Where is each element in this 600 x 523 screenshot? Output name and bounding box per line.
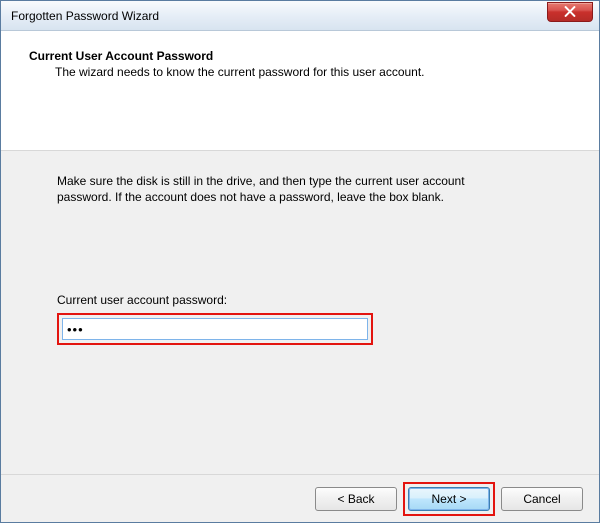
next-button[interactable]: Next > <box>408 487 490 511</box>
password-input[interactable] <box>62 318 368 340</box>
content-area: Current User Account Password The wizard… <box>1 31 599 522</box>
close-button[interactable] <box>547 2 593 22</box>
cancel-button[interactable]: Cancel <box>501 487 583 511</box>
page-title: Current User Account Password <box>29 49 579 63</box>
page-subtitle: The wizard needs to know the current pas… <box>55 65 579 79</box>
titlebar[interactable]: Forgotten Password Wizard <box>1 1 599 31</box>
password-label: Current user account password: <box>57 293 543 307</box>
wizard-footer: < Back Next > Cancel <box>1 474 599 522</box>
wizard-window: Forgotten Password Wizard Current User A… <box>0 0 600 523</box>
next-highlight-box: Next > <box>403 482 495 516</box>
instruction-text: Make sure the disk is still in the drive… <box>57 173 487 205</box>
window-title: Forgotten Password Wizard <box>11 9 547 23</box>
close-icon <box>564 6 576 17</box>
back-button[interactable]: < Back <box>315 487 397 511</box>
password-highlight-box <box>57 313 373 345</box>
header-panel: Current User Account Password The wizard… <box>1 31 599 151</box>
body-panel: Make sure the disk is still in the drive… <box>1 151 599 474</box>
